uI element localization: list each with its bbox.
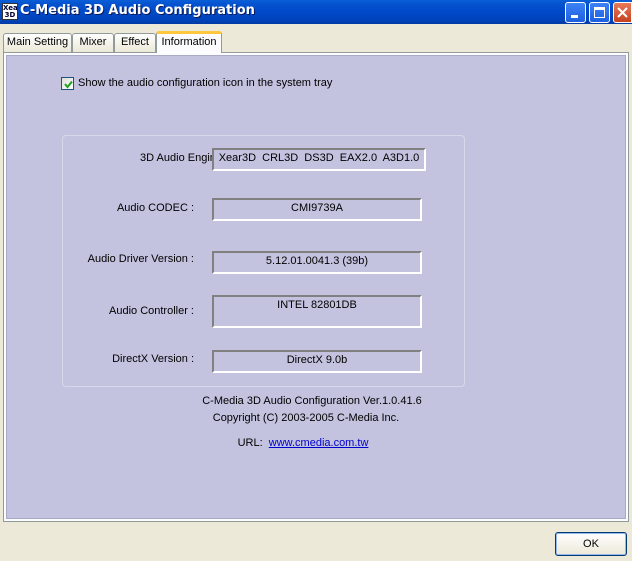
ok-button[interactable]: OK [555, 532, 627, 556]
maximize-icon [594, 7, 605, 18]
directx-version-value-box: DirectX 9.0b [212, 350, 422, 373]
cmedia-website-link[interactable]: www.cmedia.com.tw [269, 437, 369, 449]
version-text: C-Media 3D Audio Configuration Ver.1.0.4… [202, 395, 422, 407]
audio-engine-label: 3D Audio Engine [140, 152, 222, 164]
tab-effect[interactable]: Effect [114, 33, 156, 52]
audio-driver-version-label: Audio Driver Version : [87, 253, 194, 265]
audio-controller-value: INTEL 82801DB [277, 299, 357, 311]
tray-icon-checkbox-label[interactable]: Show the audio configuration icon in the… [78, 77, 332, 90]
information-panel: Show the audio configuration icon in the… [3, 52, 629, 522]
tab-mixer[interactable]: Mixer [72, 33, 114, 52]
title-bar[interactable]: Xear 3D C-Media 3D Audio Configuration [0, 0, 632, 24]
close-icon [617, 7, 628, 18]
url-label: URL: [237, 437, 263, 449]
audio-controller-value-box: INTEL 82801DB [212, 295, 422, 328]
url-line: URL: www.cmedia.com.tw [0, 437, 616, 449]
information-panel-body: Show the audio configuration icon in the… [6, 55, 626, 519]
tab-information[interactable]: Information [156, 31, 222, 53]
minimize-icon [571, 15, 578, 18]
audio-driver-version-value: 5.12.01.0041.3 (39b) [265, 255, 369, 267]
close-button[interactable] [613, 2, 632, 23]
audio-codec-label: Audio CODEC : [116, 202, 194, 214]
tab-strip: Main Setting Mixer Effect Information [0, 31, 632, 53]
minimize-button[interactable] [565, 2, 586, 23]
xear3d-app-icon[interactable]: Xear 3D [2, 3, 18, 20]
audio-engine-value: Xear3D CRL3D DS3D EAX2.0 A3D1.0 [218, 152, 420, 164]
directx-version-label: DirectX Version : [112, 353, 194, 365]
tray-icon-checkbox[interactable] [61, 77, 74, 90]
audio-controller-label: Audio Controller : [109, 305, 194, 317]
audio-codec-value: CMI9739A [291, 202, 343, 214]
audio-driver-version-value-box: 5.12.01.0041.3 (39b) [212, 251, 422, 274]
copyright-text: Copyright (C) 2003-2005 C-Media Inc. [212, 412, 400, 424]
window-title: C-Media 3D Audio Configuration [20, 3, 255, 18]
app-icon-text: Xear 3D [3, 4, 18, 19]
directx-version-value: DirectX 9.0b [286, 354, 348, 366]
device-info-group: 3D Audio Engine Xear3D CRL3D DS3D EAX2.0… [62, 135, 465, 387]
tab-main-setting[interactable]: Main Setting [3, 33, 72, 52]
audio-codec-value-box: CMI9739A [212, 198, 422, 221]
audio-engine-value-box: Xear3D CRL3D DS3D EAX2.0 A3D1.0 [212, 148, 426, 171]
checkmark-icon [64, 80, 73, 89]
maximize-button[interactable] [589, 2, 610, 23]
